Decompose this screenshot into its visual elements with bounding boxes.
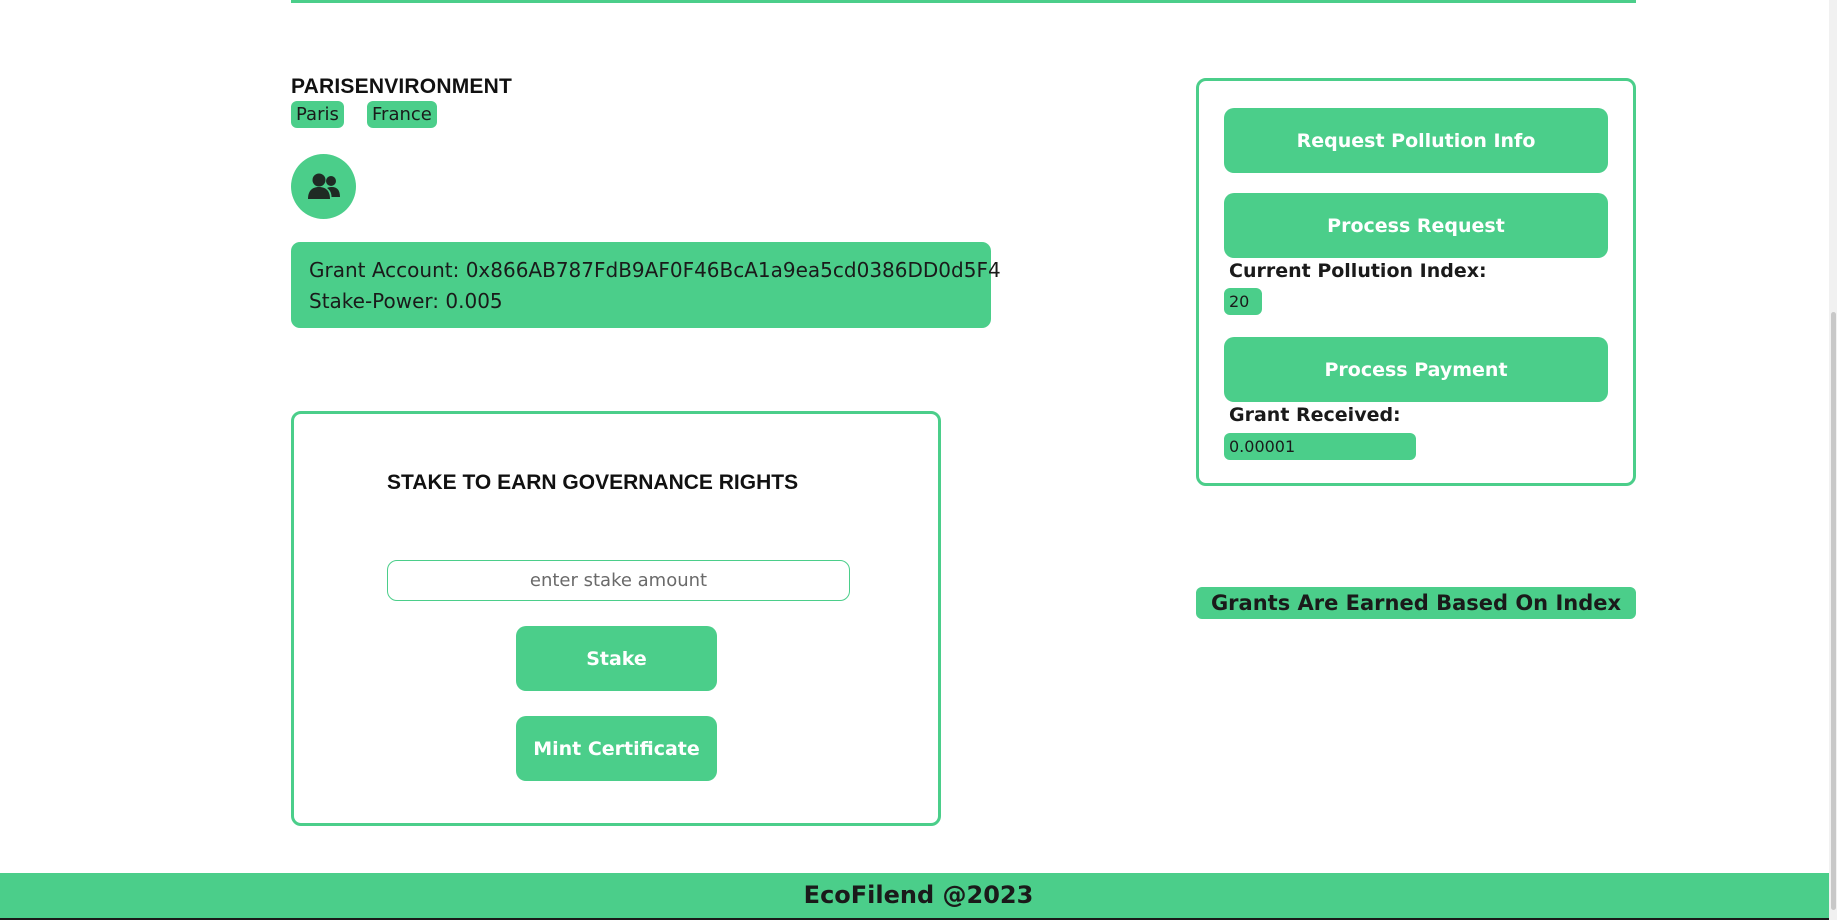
grant-account-address: Grant Account: 0x866AB787FdB9AF0F46BcA1a… xyxy=(309,258,1001,282)
stake-amount-input[interactable] xyxy=(387,560,850,601)
stake-card-title: STAKE TO EARN GOVERNANCE RIGHTS xyxy=(387,471,799,494)
grant-received-value: 0.00001 xyxy=(1224,433,1416,460)
top-divider xyxy=(291,0,1636,3)
footer: EcoFilend @2023 xyxy=(0,873,1837,920)
mint-certificate-button[interactable]: Mint Certificate xyxy=(516,716,717,781)
stake-power: Stake-Power: 0.005 xyxy=(309,289,503,313)
grant-received-label: Grant Received: xyxy=(1229,404,1401,426)
organization-title: PARISENVIRONMENT xyxy=(291,75,512,98)
stake-button[interactable]: Stake xyxy=(516,626,717,691)
page: PARISENVIRONMENT Paris France Grant Acco… xyxy=(0,0,1837,920)
process-payment-button[interactable]: Process Payment xyxy=(1224,337,1608,402)
scrollbar-thumb[interactable] xyxy=(1831,312,1836,910)
users-icon xyxy=(307,173,340,199)
process-request-button[interactable]: Process Request xyxy=(1224,193,1608,258)
pollution-oracle-card: Request Pollution Info Process Request C… xyxy=(1196,78,1636,486)
grants-info-banner: Grants Are Earned Based On Index xyxy=(1196,587,1636,619)
city-tag: Paris xyxy=(291,101,344,128)
stake-card: STAKE TO EARN GOVERNANCE RIGHTS Stake Mi… xyxy=(291,411,941,826)
pollution-index-label: Current Pollution Index: xyxy=(1229,260,1487,282)
avatar xyxy=(291,154,356,219)
grant-account-panel: Grant Account: 0x866AB787FdB9AF0F46BcA1a… xyxy=(291,242,1001,328)
pollution-index-value: 20 xyxy=(1224,288,1262,315)
request-pollution-info-button[interactable]: Request Pollution Info xyxy=(1224,108,1608,173)
country-tag: France xyxy=(367,101,437,128)
vertical-scrollbar[interactable] xyxy=(1829,0,1837,920)
